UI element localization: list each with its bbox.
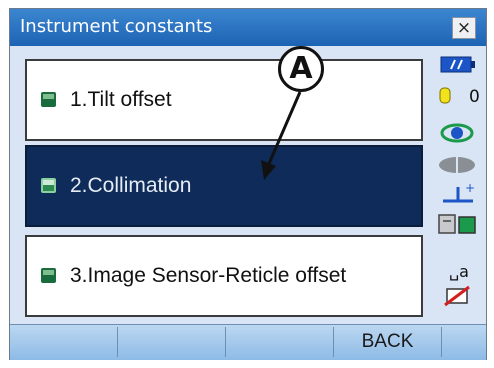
callout-arrow [261, 91, 302, 180]
callout-marker: A [278, 46, 324, 92]
